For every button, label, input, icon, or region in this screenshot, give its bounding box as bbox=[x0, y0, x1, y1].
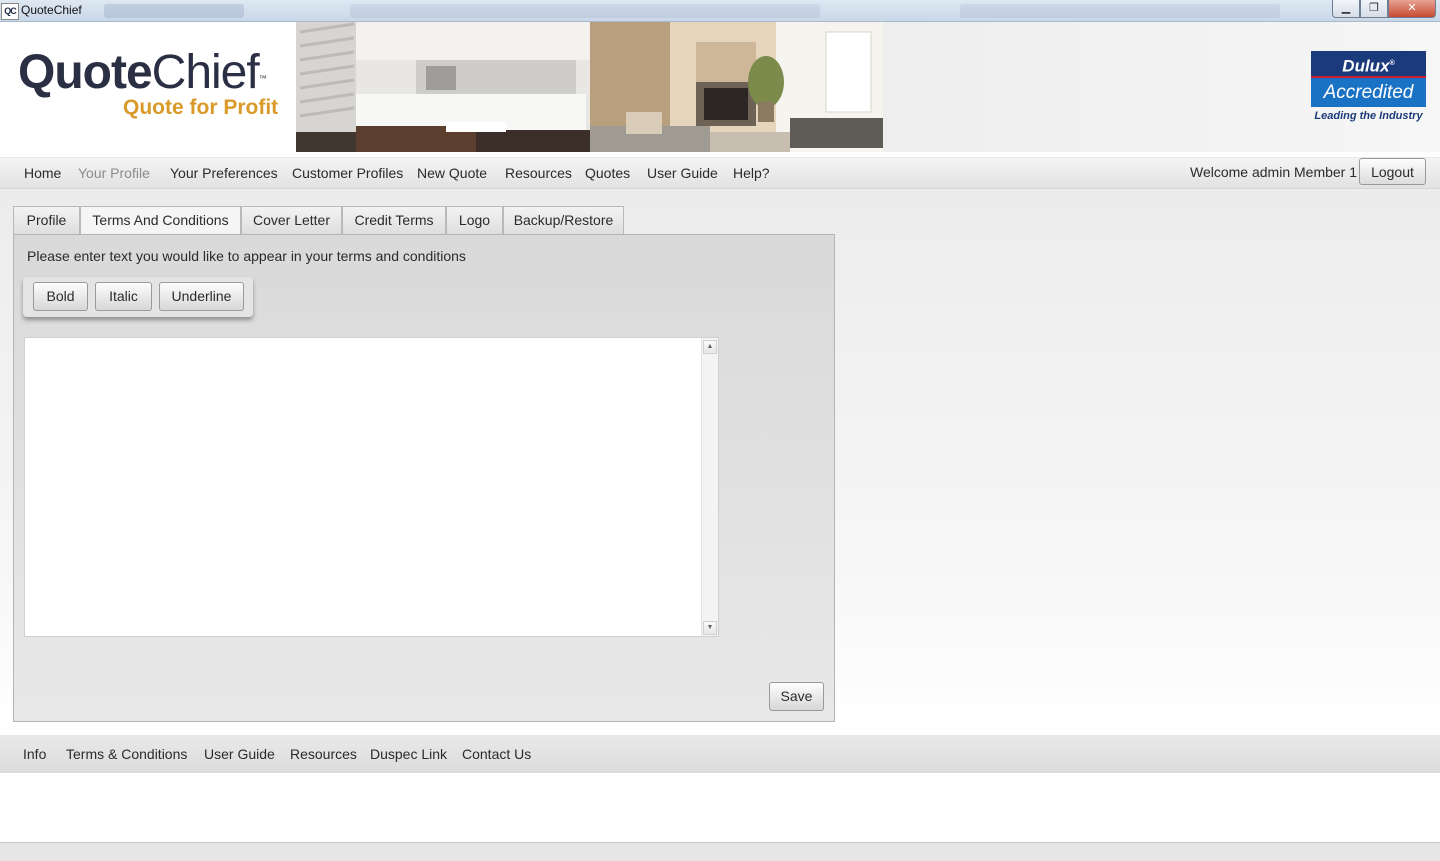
save-button[interactable]: Save bbox=[769, 682, 824, 711]
quotechief-logo[interactable]: QuoteChief™ Quote for Profit bbox=[18, 46, 278, 120]
tab-logo[interactable]: Logo bbox=[446, 206, 503, 234]
nav-home[interactable]: Home bbox=[24, 165, 61, 181]
terms-instruction: Please enter text you would like to appe… bbox=[27, 248, 466, 264]
tab-cover-letter[interactable]: Cover Letter bbox=[241, 206, 342, 234]
bold-button[interactable]: Bold bbox=[33, 282, 88, 311]
dulux-accredited-badge: Dulux® Accredited Leading the Industry bbox=[1311, 51, 1426, 125]
interior-banner-image bbox=[296, 22, 883, 152]
logo-wordmark: QuoteChief™ bbox=[18, 46, 267, 99]
welcome-message: Welcome admin Member 1 bbox=[1190, 164, 1358, 180]
logo-word-bold: Quote bbox=[18, 46, 153, 99]
blurred-taskbar-strip bbox=[960, 4, 1280, 18]
logout-button[interactable]: Logout bbox=[1359, 158, 1426, 185]
window-bottom-strip bbox=[0, 842, 1440, 861]
nav-resources[interactable]: Resources bbox=[505, 165, 572, 181]
footer-links: Info Terms & Conditions User Guide Resou… bbox=[0, 735, 1440, 773]
footer-terms-conditions[interactable]: Terms & Conditions bbox=[66, 746, 187, 762]
footer-resources[interactable]: Resources bbox=[290, 746, 357, 762]
close-icon[interactable]: ✕ bbox=[1388, 0, 1436, 18]
window-title-bar: QC QuoteChief ▁ ❐ ✕ bbox=[0, 0, 1440, 22]
site-header: QuoteChief™ Quote for Profit Dulux® Accr… bbox=[0, 22, 1440, 152]
nav-user-guide[interactable]: User Guide bbox=[647, 165, 718, 181]
logo-trademark: ™ bbox=[258, 74, 267, 83]
window-controls: ▁ ❐ ✕ bbox=[1332, 0, 1436, 18]
nav-help[interactable]: Help? bbox=[733, 165, 770, 181]
nav-your-profile[interactable]: Your Profile bbox=[78, 165, 150, 181]
dulux-badge-slogan: Leading the Industry bbox=[1314, 110, 1423, 122]
dulux-badge-status: Accredited bbox=[1311, 78, 1426, 107]
tab-credit-terms[interactable]: Credit Terms bbox=[342, 206, 446, 234]
window-title: QuoteChief bbox=[21, 3, 82, 17]
scroll-down-icon[interactable]: ▼ bbox=[703, 621, 717, 635]
underline-button[interactable]: Underline bbox=[159, 282, 244, 311]
minimize-icon[interactable]: ▁ bbox=[1332, 0, 1360, 18]
editor-scrollbar[interactable]: ▲ ▼ bbox=[701, 338, 718, 636]
nav-customer-profiles[interactable]: Customer Profiles bbox=[292, 165, 403, 181]
tab-profile[interactable]: Profile bbox=[13, 206, 80, 234]
footer-duspec-link[interactable]: Duspec Link bbox=[370, 746, 447, 762]
tab-backup-restore[interactable]: Backup/Restore bbox=[503, 206, 624, 234]
footer-user-guide[interactable]: User Guide bbox=[204, 746, 275, 762]
terms-text-editor[interactable]: ▲ ▼ bbox=[24, 337, 719, 637]
italic-button[interactable]: Italic bbox=[95, 282, 152, 311]
logo-tagline: Quote for Profit bbox=[123, 96, 279, 119]
main-nav: Home Your Profile Your Preferences Custo… bbox=[0, 157, 1440, 189]
footer-contact-us[interactable]: Contact Us bbox=[462, 746, 531, 762]
app-icon: QC bbox=[1, 3, 19, 20]
blurred-taskbar-item bbox=[104, 4, 244, 18]
dulux-badge-brand: Dulux® bbox=[1311, 51, 1426, 78]
footer-info[interactable]: Info bbox=[23, 746, 46, 762]
tab-terms-and-conditions[interactable]: Terms And Conditions bbox=[80, 206, 241, 235]
logo-word-light: Chief bbox=[151, 46, 260, 99]
nav-quotes[interactable]: Quotes bbox=[585, 165, 630, 181]
nav-your-preferences[interactable]: Your Preferences bbox=[170, 165, 278, 181]
maximize-icon[interactable]: ❐ bbox=[1360, 0, 1388, 18]
scroll-up-icon[interactable]: ▲ bbox=[703, 340, 717, 354]
nav-new-quote[interactable]: New Quote bbox=[417, 165, 487, 181]
blurred-taskbar-strip bbox=[350, 4, 820, 18]
